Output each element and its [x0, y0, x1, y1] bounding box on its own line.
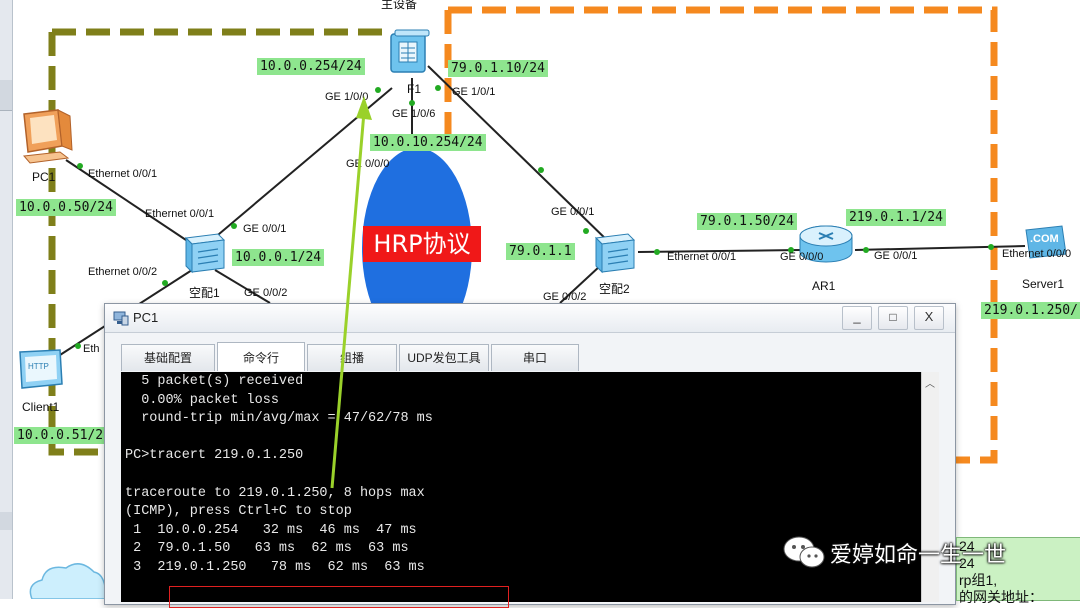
server-badge: .COM [1030, 233, 1059, 245]
pc-icon[interactable] [18, 108, 74, 166]
top-device-label: 主设备 [381, 0, 418, 11]
port-sw1-ge002: GE 0/0/2 [244, 287, 288, 299]
port-fw-ge106: GE 1/0/6 [392, 108, 436, 120]
terminal-line: (ICMP), press Ctrl+C to stop [125, 504, 352, 520]
pc1-name: PC1 [32, 170, 56, 184]
ip-fw-right: 79.0.1.10/24 [448, 60, 548, 77]
firewall-icon[interactable] [389, 28, 431, 76]
highlight-box [169, 586, 509, 608]
tab-udp-tool[interactable]: UDP发包工具 [399, 344, 489, 371]
port-pc1-eth: Ethernet 0/0/1 [88, 168, 158, 180]
watermark-text: 爱婷如命一生一世 [830, 543, 1007, 568]
scroll-up-icon[interactable]: ︿ [925, 375, 935, 390]
client-icon[interactable]: HTTP [16, 348, 66, 392]
port-sw2-ge002: GE 0/0/2 [543, 291, 587, 303]
maximize-button[interactable]: □ [878, 306, 908, 330]
sw1-name: 空配1 [189, 286, 220, 300]
cloud-icon [29, 563, 106, 599]
tab-multicast[interactable]: 组播 [307, 344, 397, 371]
port-sw2-ge001: GE 0/0/1 [551, 206, 595, 218]
ip-ar1-left: 79.0.1.50/24 [697, 213, 797, 230]
port-fw-ge100: GE 1/0/0 [325, 91, 369, 103]
port-sw1-eth002: Ethernet 0/0/2 [88, 266, 158, 278]
port-sw2-eth: Ethernet 0/0/1 [667, 251, 737, 263]
ip-sw1: 10.0.0.1/24 [232, 249, 325, 266]
topology-canvas: HRP协议 .COM HTTP 主设备 F1 PC1 空配1 空配2 AR1 S… [0, 0, 1080, 608]
client1-name: Client1 [22, 400, 60, 414]
terminal-line: traceroute to 219.0.1.250, 8 hops max [125, 485, 425, 501]
tab-basic-config[interactable]: 基础配置 [121, 344, 215, 371]
port-server1-eth: Ethernet 0/0/0 [1002, 248, 1072, 260]
terminal-text: 5 packet(s) received 0.00% packet loss r… [125, 373, 433, 578]
fw-name: F1 [407, 82, 422, 96]
terminal-line: 3 219.0.1.250 78 ms 62 ms 63 ms [125, 559, 425, 575]
switch1-icon[interactable] [180, 228, 230, 276]
client-badge: HTTP [28, 362, 49, 371]
switch2-icon[interactable] [590, 228, 640, 276]
ip-client1: 10.0.0.51/2 [14, 427, 107, 444]
pc1-window[interactable]: PC1 _ □ X 基础配置 命令行 组播 UDP发包工具 串口 5 packe… [104, 303, 956, 608]
terminal-line: 5 packet(s) received [125, 374, 304, 389]
terminal-line: 2 79.0.1.50 63 ms 62 ms 63 ms [125, 541, 409, 557]
sw2-name: 空配2 [599, 282, 630, 296]
server1-name: Server1 [1022, 277, 1065, 291]
ip-pc1: 10.0.0.50/24 [16, 199, 116, 216]
terminal-line: 1 10.0.0.254 32 ms 46 ms 47 ms [125, 522, 417, 538]
terminal-line: 0.00% packet loss [125, 392, 279, 408]
pc-window-icon [113, 311, 129, 326]
ip-ar1-right: 219.0.1.1/24 [846, 209, 946, 226]
ip-fw-mid: 10.0.10.254/24 [370, 134, 486, 151]
close-button[interactable]: X [914, 306, 944, 330]
port-ar1-ge001: GE 0/0/1 [874, 250, 918, 262]
hrp-label: HRP协议 [363, 226, 481, 262]
window-titlebar[interactable]: PC1 _ □ X [105, 304, 955, 333]
window-title: PC1 [133, 310, 159, 325]
terminal-line: PC>tracert 219.0.1.250 [125, 448, 304, 464]
wechat-icon [783, 536, 825, 568]
note-line: rp组1, [959, 572, 998, 588]
ip-server1: 219.0.1.250/ [981, 302, 1080, 319]
ip-fw-left: 10.0.0.254/24 [257, 58, 365, 75]
ar1-name: AR1 [812, 279, 836, 293]
note-line: 的网关地址： [959, 589, 1043, 605]
tab-serial[interactable]: 串口 [491, 344, 579, 371]
port-fw-ge101: GE 1/0/1 [452, 86, 496, 98]
ip-sw2: 79.0.1.1 [506, 243, 575, 260]
port-sw1-eth001: Ethernet 0/0/1 [145, 208, 215, 220]
port-ar1-ge000: GE 0/0/0 [780, 251, 824, 263]
tab-command-line[interactable]: 命令行 [217, 342, 305, 371]
port-sw1-ge001: GE 0/0/1 [243, 223, 287, 235]
minimize-button[interactable]: _ [842, 306, 872, 330]
terminal-line: round-trip min/avg/max = 47/62/78 ms [125, 411, 433, 427]
port-client1-eth: Eth [83, 343, 100, 355]
port-ge000-mid: GE 0/0/0 [346, 158, 390, 170]
